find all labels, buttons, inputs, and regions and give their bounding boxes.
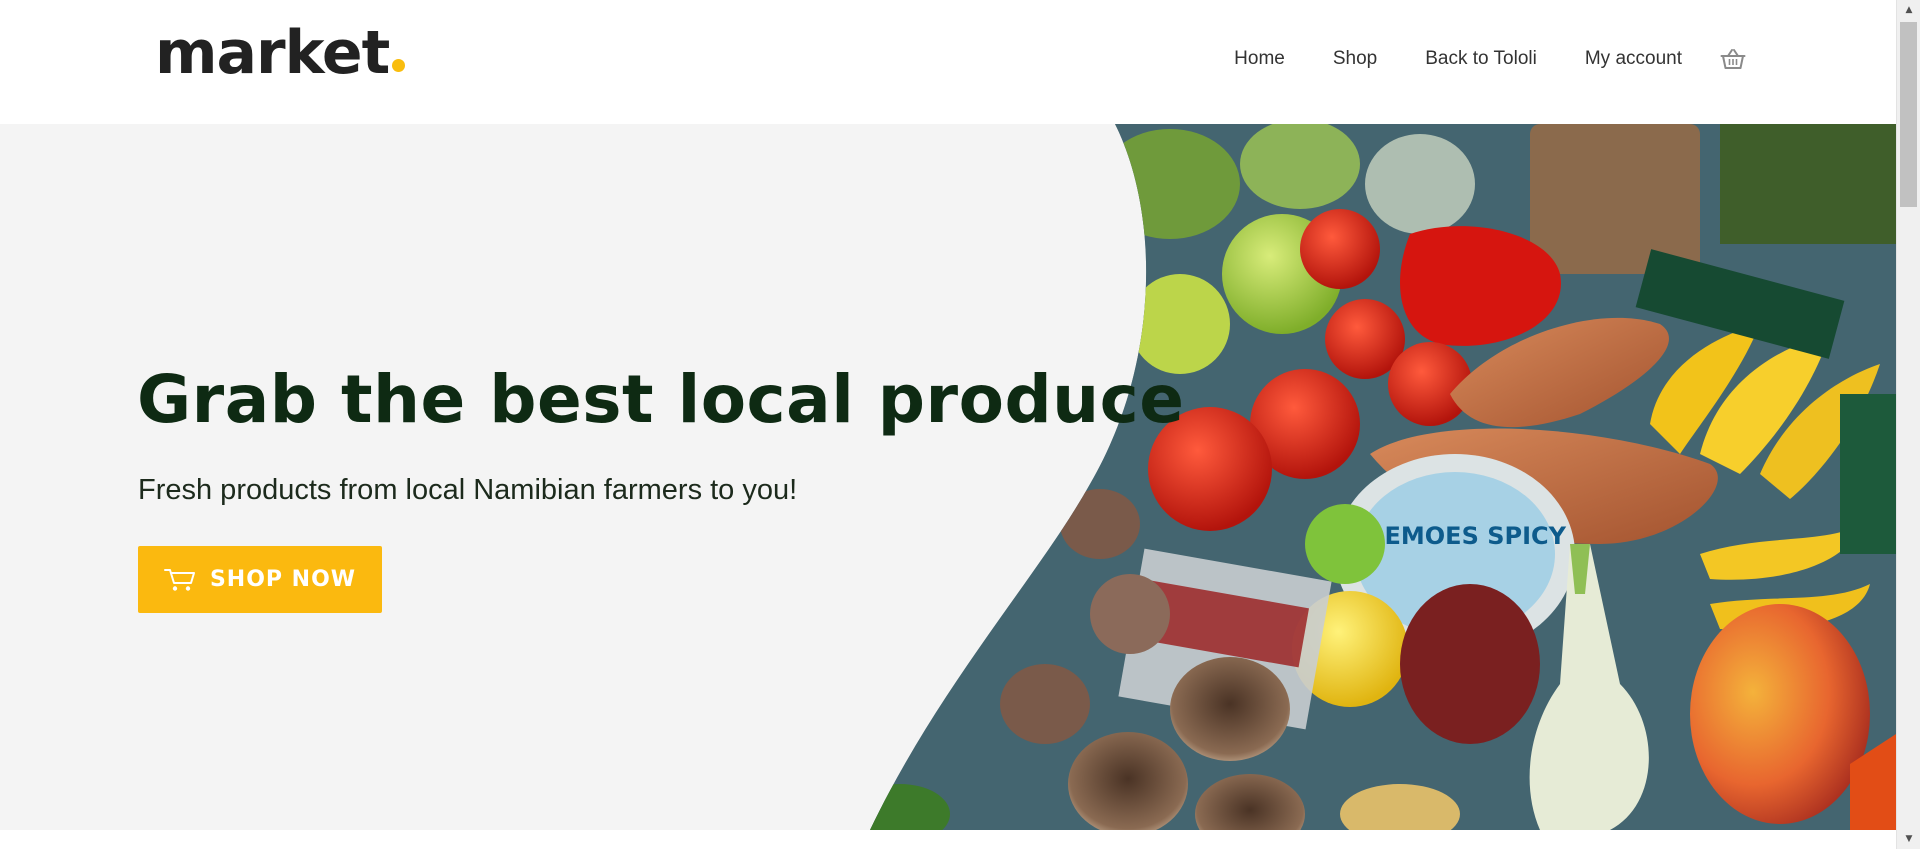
- page-scrollbar[interactable]: ▲ ▼: [1896, 0, 1920, 849]
- basket-icon[interactable]: [1720, 47, 1746, 71]
- hero-subtitle: Fresh products from local Namibian farme…: [138, 474, 798, 506]
- site-header: market Home Shop Back to Tololi My accou…: [0, 0, 1896, 124]
- logo-dot: [392, 59, 406, 72]
- shopping-cart-icon: [163, 568, 195, 591]
- logo-text: market: [155, 18, 390, 88]
- main-nav: Home Shop Back to Tololi My account: [1234, 47, 1746, 71]
- scrollbar-thumb[interactable]: [1900, 22, 1917, 207]
- site-logo[interactable]: market: [155, 18, 406, 88]
- nav-my-account-link[interactable]: My account: [1585, 48, 1682, 70]
- scroll-up-arrow-icon[interactable]: ▲: [1897, 0, 1920, 20]
- nav-home-link[interactable]: Home: [1234, 48, 1285, 70]
- page-bottom-edge: [0, 830, 1896, 849]
- hero-title: Grab the best local produce: [137, 361, 1185, 438]
- hero-banner: HOEMOES SPICY Grab the best local produc…: [0, 124, 1896, 830]
- nav-shop-link[interactable]: Shop: [1333, 48, 1377, 70]
- shop-now-button[interactable]: SHOP NOW: [138, 546, 382, 613]
- scroll-down-arrow-icon[interactable]: ▼: [1897, 829, 1920, 849]
- shop-now-label: SHOP NOW: [209, 567, 357, 592]
- nav-back-to-tololi-link[interactable]: Back to Tololi: [1425, 48, 1537, 70]
